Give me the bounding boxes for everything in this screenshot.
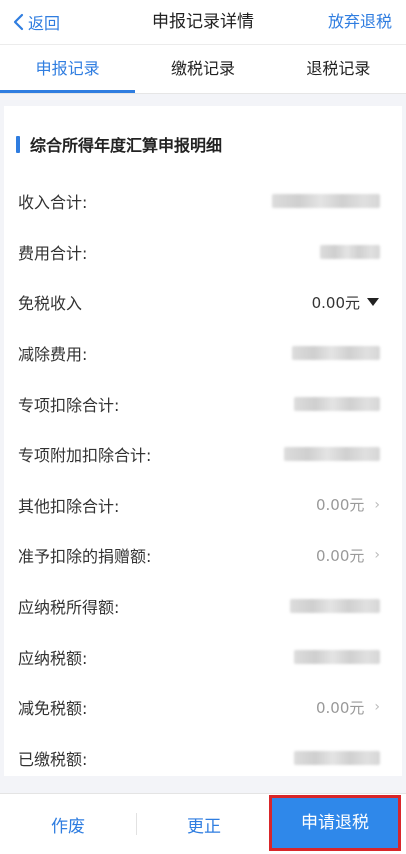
row-total-income: 收入合计: [4, 176, 402, 227]
back-label: 返回 [28, 14, 61, 33]
tax-free-income-value: 0.00元 [311, 293, 360, 312]
chevron-left-icon [13, 13, 24, 31]
apply-refund-button[interactable]: 申请退税 [272, 798, 398, 848]
section-title: 综合所得年度汇算申报明细 [30, 136, 223, 155]
row-label: 减免税额: [18, 699, 88, 719]
row-label: 专项附加扣除合计: [18, 446, 152, 466]
deductible-donations-value: 0.00元 [315, 546, 365, 565]
redacted-value [294, 396, 380, 411]
back-button[interactable]: 返回 [12, 0, 60, 44]
row-deduction-fees: 减除费用: [4, 328, 402, 379]
tab-bar: 申报记录 缴税记录 退税记录 [0, 45, 406, 94]
row-label: 费用合计: [18, 243, 88, 263]
row-label: 减除费用: [18, 345, 88, 365]
row-label: 免税收入 [18, 294, 83, 314]
tab-payment-records[interactable]: 缴税记录 [135, 45, 270, 93]
detail-list: 收入合计: 费用合计: 免税收入 0.00元 减除费用: 专项扣除合计: 专项附… [4, 176, 402, 783]
void-button[interactable]: 作废 [0, 812, 136, 837]
section-accent-bar [16, 135, 20, 153]
tab-refund-records[interactable]: 退税记录 [271, 45, 406, 93]
redacted-value [294, 750, 380, 765]
row-label: 收入合计: [18, 193, 88, 213]
row-deductible-donations[interactable]: 准予扣除的捐赠额: 0.00元 › [4, 530, 402, 581]
row-label: 应纳税所得额: [18, 598, 120, 618]
row-label: 已缴税额: [18, 749, 88, 769]
tax-reduction-value: 0.00元 [315, 698, 365, 717]
row-special-deductions-total: 专项扣除合计: [4, 378, 402, 429]
redacted-value [284, 447, 380, 462]
row-label: 应纳税额: [18, 648, 88, 668]
row-label: 专项扣除合计: [18, 395, 120, 415]
chevron-right-icon: › [374, 547, 380, 564]
dropdown-caret-icon[interactable] [366, 297, 380, 307]
redacted-value [292, 346, 380, 361]
correct-button[interactable]: 更正 [137, 812, 271, 837]
row-tax-paid: 已缴税额: [4, 733, 402, 784]
declaration-detail-card: 综合所得年度汇算申报明细 收入合计: 费用合计: 免税收入 0.00元 减除费用… [4, 106, 402, 776]
row-special-additional-deductions-total: 专项附加扣除合计: [4, 429, 402, 480]
redacted-value [294, 649, 380, 664]
row-tax-free-income[interactable]: 免税收入 0.00元 [4, 277, 402, 328]
row-taxable-income: 应纳税所得额: [4, 581, 402, 632]
section-header: 综合所得年度汇算申报明细 [4, 106, 402, 176]
chevron-right-icon: › [374, 699, 380, 716]
row-total-expenses: 费用合计: [4, 227, 402, 278]
row-tax-reduction[interactable]: 减免税额: 0.00元 › [4, 682, 402, 733]
row-label: 准予扣除的捐赠额: [18, 547, 152, 567]
chevron-right-icon: › [374, 496, 380, 513]
navigation-bar: 返回 申报记录详情 放弃退税 [0, 0, 406, 45]
bottom-action-bar: 作废 更正 申请退税 [0, 793, 406, 854]
other-deductions-value: 0.00元 [315, 496, 365, 515]
row-label: 其他扣除合计: [18, 496, 120, 516]
abandon-refund-button[interactable]: 放弃退税 [328, 0, 392, 44]
redacted-value [320, 244, 380, 259]
redacted-value [290, 599, 380, 614]
tab-declaration-records[interactable]: 申报记录 [0, 45, 136, 93]
row-tax-payable: 应纳税额: [4, 631, 402, 682]
row-other-deductions-total[interactable]: 其他扣除合计: 0.00元 › [4, 480, 402, 531]
redacted-value [272, 194, 380, 209]
